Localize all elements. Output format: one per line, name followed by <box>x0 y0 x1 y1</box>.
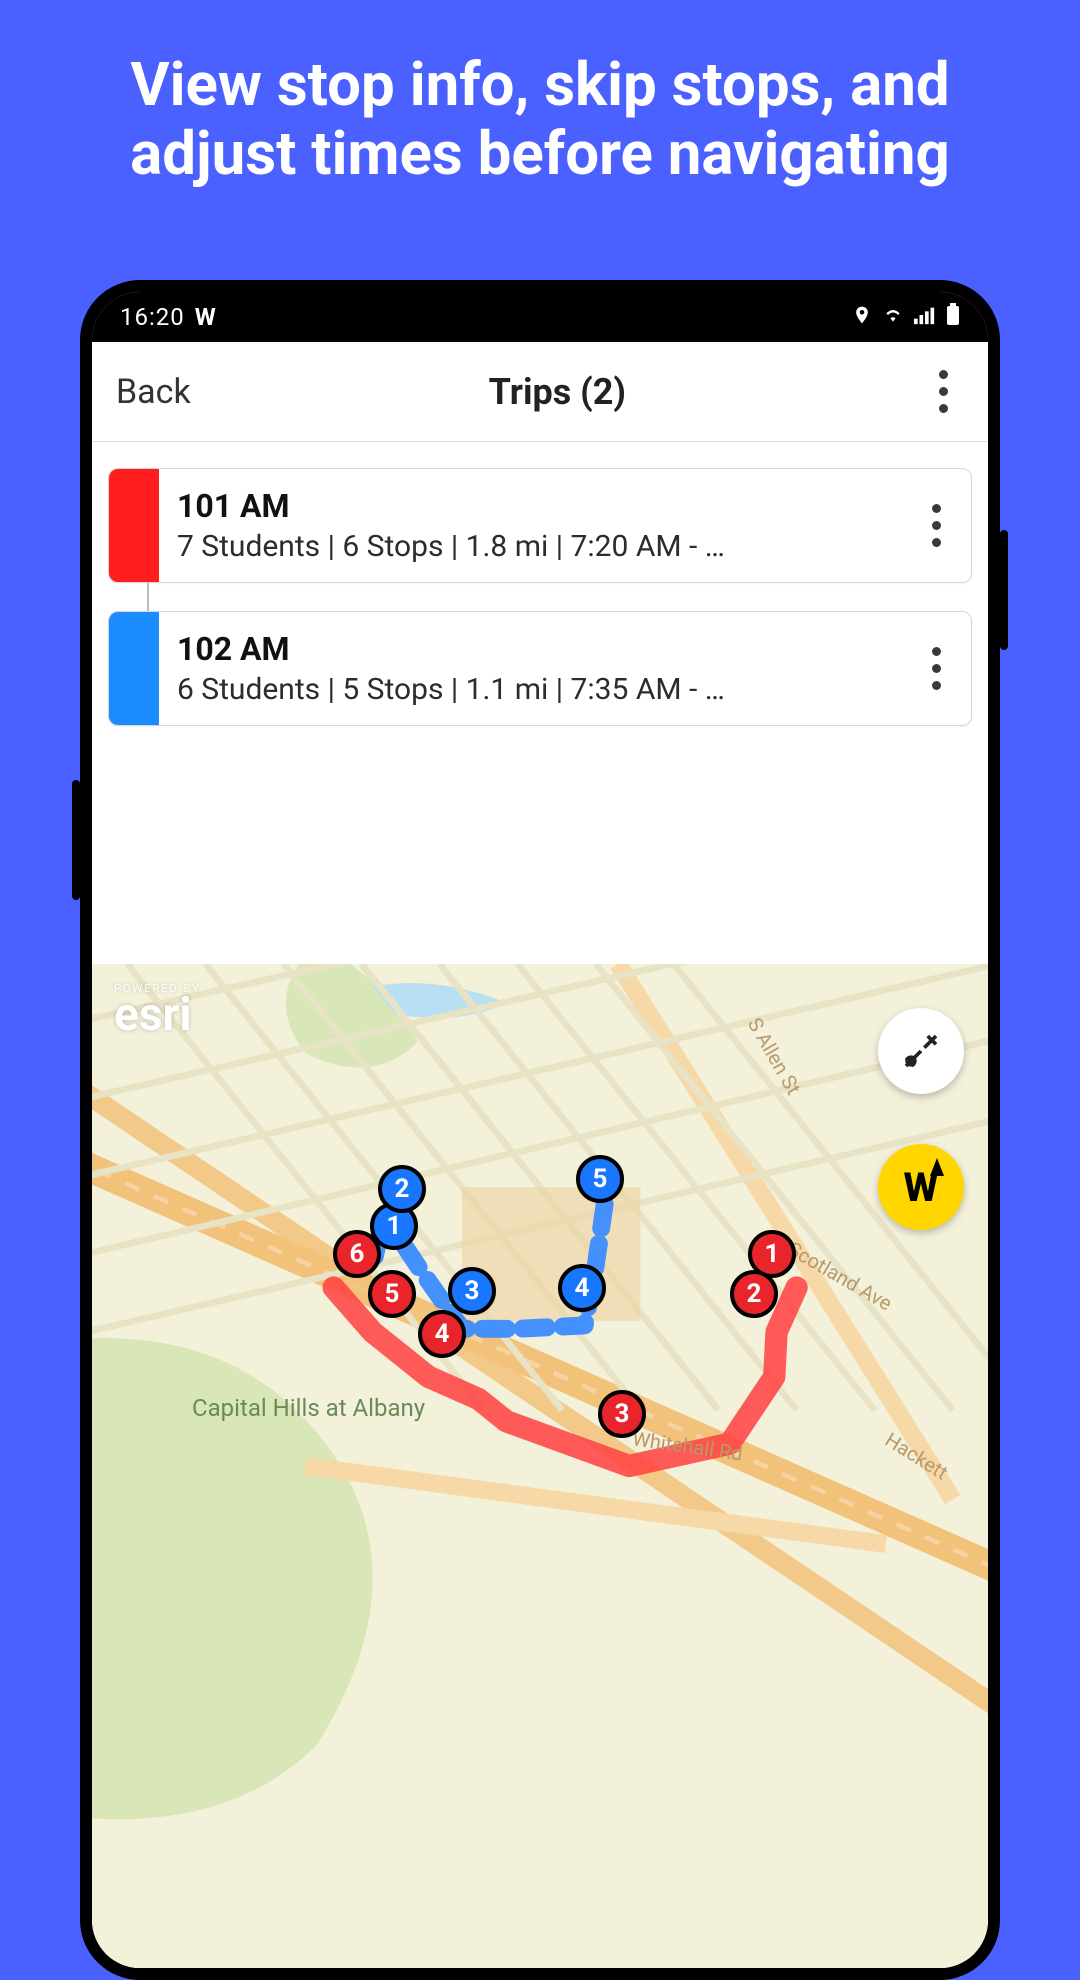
trip-card[interactable]: 102 AM 6 Students | 5 Stops | 1.1 mi | 7… <box>108 611 972 726</box>
map-stop-marker[interactable]: 3 <box>598 1390 646 1438</box>
map-stop-marker[interactable]: 6 <box>333 1230 381 1278</box>
trip-list: 101 AM 7 Students | 6 Stops | 1.8 mi | 7… <box>92 442 988 964</box>
trip-subtitle: 6 Students | 5 Stops | 1.1 mi | 7:35 AM … <box>177 672 893 707</box>
wifi-icon <box>882 303 904 331</box>
trip-color-indicator <box>109 469 159 582</box>
trip-menu-button[interactable] <box>916 496 956 556</box>
promo-headline: View stop info, skip stops, and adjust t… <box>0 0 1080 188</box>
page-title: Trips (2) <box>489 371 626 413</box>
map-park-label: Capital Hills at Albany <box>192 1394 425 1423</box>
back-button[interactable]: Back <box>116 372 191 412</box>
trip-menu-button[interactable] <box>916 639 956 699</box>
map-stop-marker[interactable]: 4 <box>558 1264 606 1312</box>
map-stop-marker[interactable]: 2 <box>378 1165 426 1213</box>
screen: 16:20 W Back Trips (2) <box>92 292 988 1968</box>
map-tools-button[interactable] <box>878 1008 964 1094</box>
trip-title: 102 AM <box>177 630 893 668</box>
tools-icon <box>901 1031 941 1071</box>
map-stop-marker[interactable]: 4 <box>418 1310 466 1358</box>
location-icon <box>852 303 872 331</box>
map-stop-marker[interactable]: 2 <box>730 1270 778 1318</box>
map-stop-marker[interactable]: 5 <box>368 1270 416 1318</box>
status-time: 16:20 <box>120 303 185 331</box>
signal-icon <box>914 303 936 331</box>
battery-icon <box>946 303 960 331</box>
device-frame: 16:20 W Back Trips (2) <box>80 280 1000 1980</box>
trip-subtitle: 7 Students | 6 Stops | 1.8 mi | 7:20 AM … <box>177 529 893 564</box>
map-view[interactable]: POWERED BY esri W Capital Hills at Alban… <box>92 964 988 1968</box>
map-stop-marker[interactable]: 3 <box>448 1267 496 1315</box>
app-bar: Back Trips (2) <box>92 342 988 442</box>
status-bar: 16:20 W <box>92 292 988 342</box>
compass-button[interactable]: W <box>878 1144 964 1230</box>
status-carrier-glyph: W <box>195 303 217 331</box>
trip-title: 101 AM <box>177 487 893 525</box>
trip-card[interactable]: 101 AM 7 Students | 6 Stops | 1.8 mi | 7… <box>108 468 972 583</box>
overflow-menu-button[interactable] <box>924 362 964 422</box>
arrow-up-icon <box>930 1158 944 1176</box>
trip-color-indicator <box>109 612 159 725</box>
map-stop-marker[interactable]: 5 <box>576 1155 624 1203</box>
map-attribution: POWERED BY esri <box>114 982 201 1036</box>
